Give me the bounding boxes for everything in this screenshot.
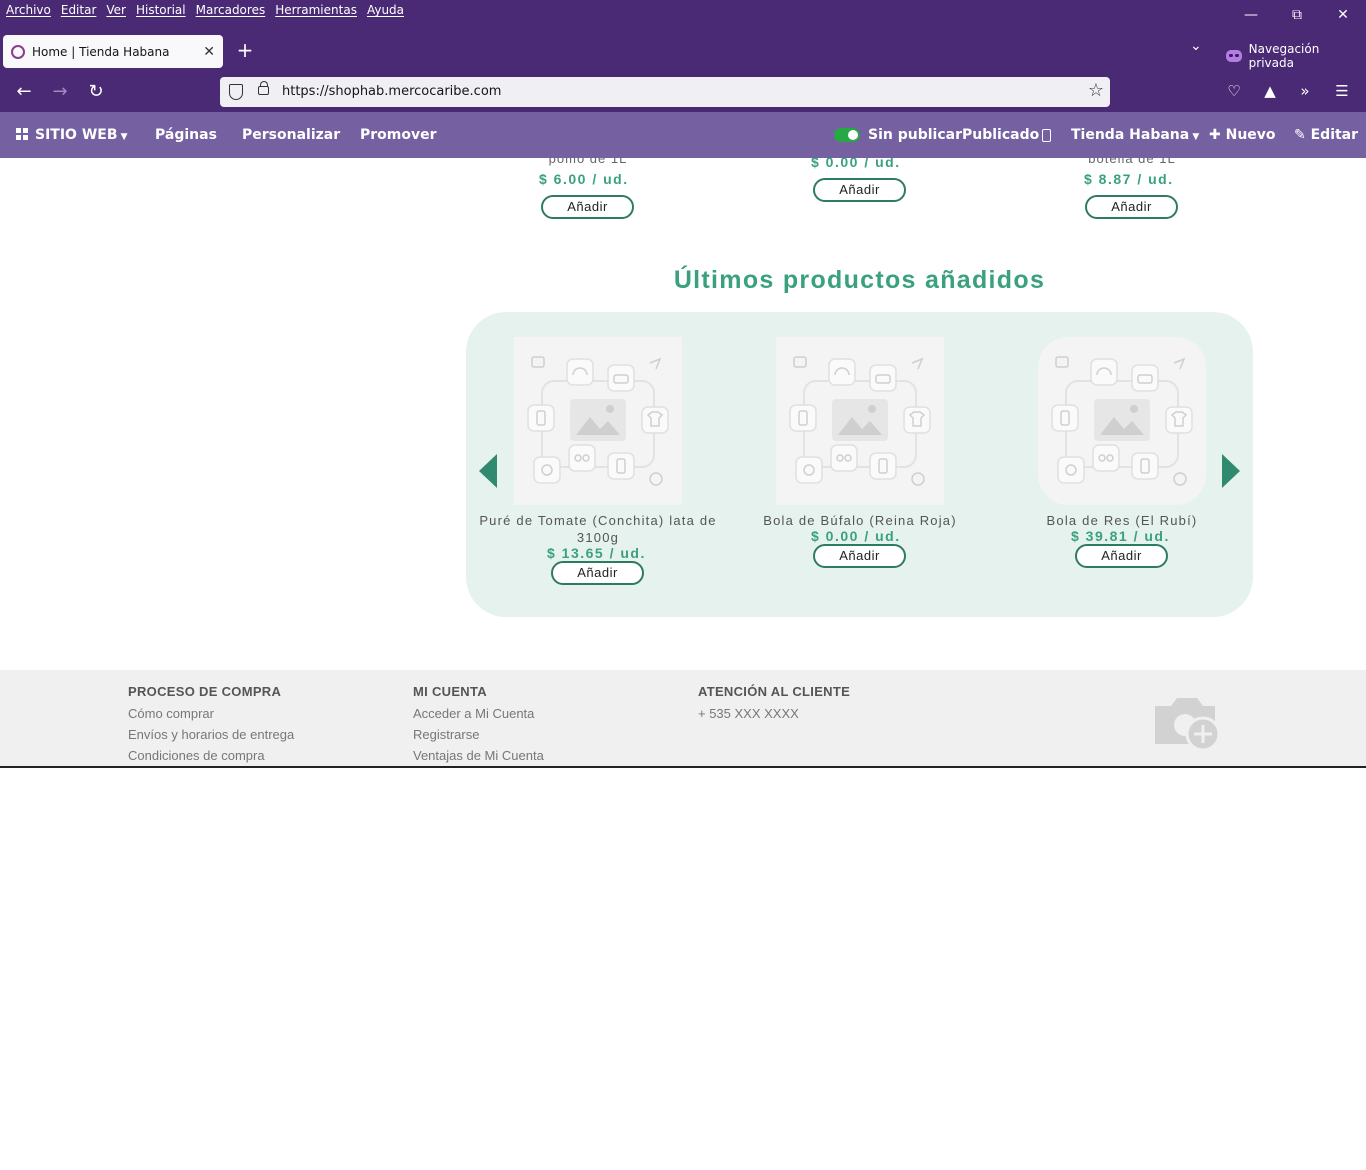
camera-add-icon[interactable] <box>1153 692 1223 757</box>
menu-historial[interactable]: Historial <box>136 3 186 17</box>
new-content-button[interactable]: ✚ Nuevo <box>1209 127 1276 143</box>
tab-title: Home | Tienda Habana <box>32 44 170 59</box>
pencil-icon: ✎ <box>1294 127 1306 143</box>
site-menu-label: SITIO WEB <box>35 127 118 143</box>
footer-account-column: MI CUENTA Acceder a Mi Cuenta Registrars… <box>413 684 544 762</box>
carousel-prev-arrow-icon[interactable] <box>479 454 497 488</box>
add-to-cart-button[interactable]: Añadir <box>813 544 906 568</box>
url-text[interactable]: https://shophab.mercocaribe.com <box>282 84 501 99</box>
publish-toggle[interactable] <box>834 128 860 142</box>
new-label: Nuevo <box>1225 127 1276 143</box>
add-to-cart-button[interactable]: Añadir <box>551 561 644 585</box>
product-name[interactable]: Bola de Res (El Rubí) <box>1002 512 1242 529</box>
footer-link[interactable]: Cómo comprar <box>128 707 294 720</box>
close-window-button[interactable]: ✕ <box>1320 0 1366 30</box>
site-favicon-icon <box>11 44 25 59</box>
footer-link[interactable]: Acceder a Mi Cuenta <box>413 707 544 720</box>
pocket-icon[interactable]: ♡ <box>1224 82 1244 102</box>
minimize-button[interactable]: — <box>1228 0 1274 30</box>
product-price: $ 6.00 / ud. <box>539 171 629 187</box>
product-name: pomo de 1L <box>548 158 628 166</box>
back-arrow-icon[interactable]: ← <box>11 80 37 104</box>
private-browsing-indicator: Navegación privada <box>1226 42 1366 70</box>
lock-icon[interactable] <box>258 81 269 95</box>
extension-icon[interactable]: ▲ <box>1260 82 1280 102</box>
product-name[interactable]: Puré de Tomate (Conchita) lata de 3100g <box>478 512 718 546</box>
product-placeholder-image[interactable] <box>776 337 944 505</box>
bookmark-star-icon[interactable]: ☆ <box>1088 80 1104 101</box>
product-price: $ 39.81 / ud. <box>1071 528 1170 544</box>
product-name: botella de 1L <box>1088 158 1176 166</box>
edit-label: Editar <box>1310 127 1359 143</box>
private-mask-icon <box>1226 50 1242 62</box>
promote-menu[interactable]: Promover <box>360 127 437 143</box>
browser-menubar: Archivo Editar Ver Historial Marcadores … <box>0 0 1366 30</box>
website-editor-bar: SITIO WEB ▼ Páginas Personalizar Promove… <box>0 112 1366 158</box>
restore-button[interactable]: ⧉ <box>1274 0 1320 30</box>
product-placeholder-image[interactable] <box>514 337 682 505</box>
hamburger-menu-icon[interactable]: ☰ <box>1332 82 1352 102</box>
footer-column-title: PROCESO DE COMPRA <box>128 684 282 699</box>
footer-purchase-column: PROCESO DE COMPRA Cómo comprar Envíos y … <box>128 684 294 762</box>
product-price: $ 0.00 / ud. <box>811 158 901 170</box>
add-to-cart-button[interactable]: Añadir <box>1085 195 1178 219</box>
add-to-cart-button[interactable]: Añadir <box>541 195 634 219</box>
product-price: $ 8.87 / ud. <box>1084 171 1174 187</box>
footer-link[interactable]: Ventajas de Mi Cuenta <box>413 749 544 762</box>
private-label: Navegación privada <box>1248 42 1320 70</box>
customize-menu[interactable]: Personalizar <box>242 127 340 143</box>
carousel-next-arrow-icon[interactable] <box>1222 454 1240 488</box>
tracking-protection-shield-icon[interactable] <box>229 84 243 100</box>
nav-toolbar: ← → ↻ https://shophab.mercocaribe.com ☆ … <box>0 72 1366 112</box>
menu-editar[interactable]: Editar <box>61 3 97 17</box>
add-to-cart-button[interactable]: Añadir <box>813 178 906 202</box>
pages-menu[interactable]: Páginas <box>155 127 217 143</box>
footer-column-title: MI CUENTA <box>413 684 487 699</box>
caret-down-icon: ▼ <box>1189 132 1200 142</box>
page-content: pomo de 1L $ 6.00 / ud. Añadir $ 0.00 / … <box>0 158 1366 768</box>
tab-home[interactable]: Home | Tienda Habana ✕ <box>3 35 223 68</box>
menu-herramientas[interactable]: Herramientas <box>275 3 357 17</box>
reload-icon[interactable]: ↻ <box>83 80 109 104</box>
menu-archivo[interactable]: Archivo <box>6 3 51 17</box>
site-footer: PROCESO DE COMPRA Cómo comprar Envíos y … <box>0 670 1366 766</box>
product-price: $ 13.65 / ud. <box>547 545 646 561</box>
footer-phone: + 535 XXX XXXX <box>698 706 799 721</box>
product-placeholder-image[interactable] <box>1038 337 1206 505</box>
menu-ver[interactable]: Ver <box>106 3 126 17</box>
apps-grid-icon <box>16 128 28 140</box>
placeholder-illustration <box>527 356 669 486</box>
edit-button[interactable]: ✎ Editar <box>1294 127 1358 143</box>
url-bar[interactable]: https://shophab.mercocaribe.com ☆ <box>220 77 1110 107</box>
forward-arrow-icon[interactable]: → <box>47 80 73 104</box>
tab-bar: Home | Tienda Habana ✕ + ⌄ Navegación pr… <box>0 30 1366 72</box>
latest-products-title: Últimos productos añadidos <box>673 266 1046 294</box>
footer-link[interactable]: Registrarse <box>413 728 544 741</box>
website-name: Tienda Habana <box>1071 127 1190 143</box>
publish-status-label[interactable]: Sin publicarPublicado <box>868 127 1039 143</box>
plus-icon: ✚ <box>1209 127 1221 143</box>
product-price: $ 0.00 / ud. <box>811 528 901 544</box>
footer-link[interactable]: Condiciones de compra <box>128 749 294 762</box>
latest-products-carousel: Puré de Tomate (Conchita) lata de 3100g … <box>466 312 1253 617</box>
close-tab-icon[interactable]: ✕ <box>203 44 215 60</box>
caret-down-icon: ▼ <box>117 132 128 142</box>
footer-link[interactable]: Envíos y horarios de entrega <box>128 728 294 741</box>
product-name[interactable]: Bola de Búfalo (Reina Roja) <box>740 512 980 529</box>
add-to-cart-button[interactable]: Añadir <box>1075 544 1168 568</box>
mobile-preview-icon[interactable] <box>1042 129 1051 142</box>
site-menu-button[interactable]: SITIO WEB ▼ <box>16 127 128 143</box>
new-tab-plus-icon[interactable]: + <box>234 38 256 62</box>
menu-items: Archivo Editar Ver Historial Marcadores … <box>6 3 414 17</box>
menu-marcadores[interactable]: Marcadores <box>196 3 266 17</box>
chevron-down-icon[interactable]: ⌄ <box>1190 38 1202 54</box>
overflow-chevrons-icon[interactable]: » <box>1295 82 1315 102</box>
footer-column-title: ATENCIÓN AL CLIENTE <box>698 684 851 699</box>
menu-ayuda[interactable]: Ayuda <box>367 3 404 17</box>
viewport-bottom-border <box>0 766 1366 768</box>
website-switcher[interactable]: Tienda Habana ▼ <box>1071 127 1199 143</box>
placeholder-illustration <box>789 356 931 486</box>
footer-support-column: ATENCIÓN AL CLIENTE + 535 XXX XXXX <box>698 684 850 720</box>
placeholder-illustration <box>1051 356 1193 486</box>
